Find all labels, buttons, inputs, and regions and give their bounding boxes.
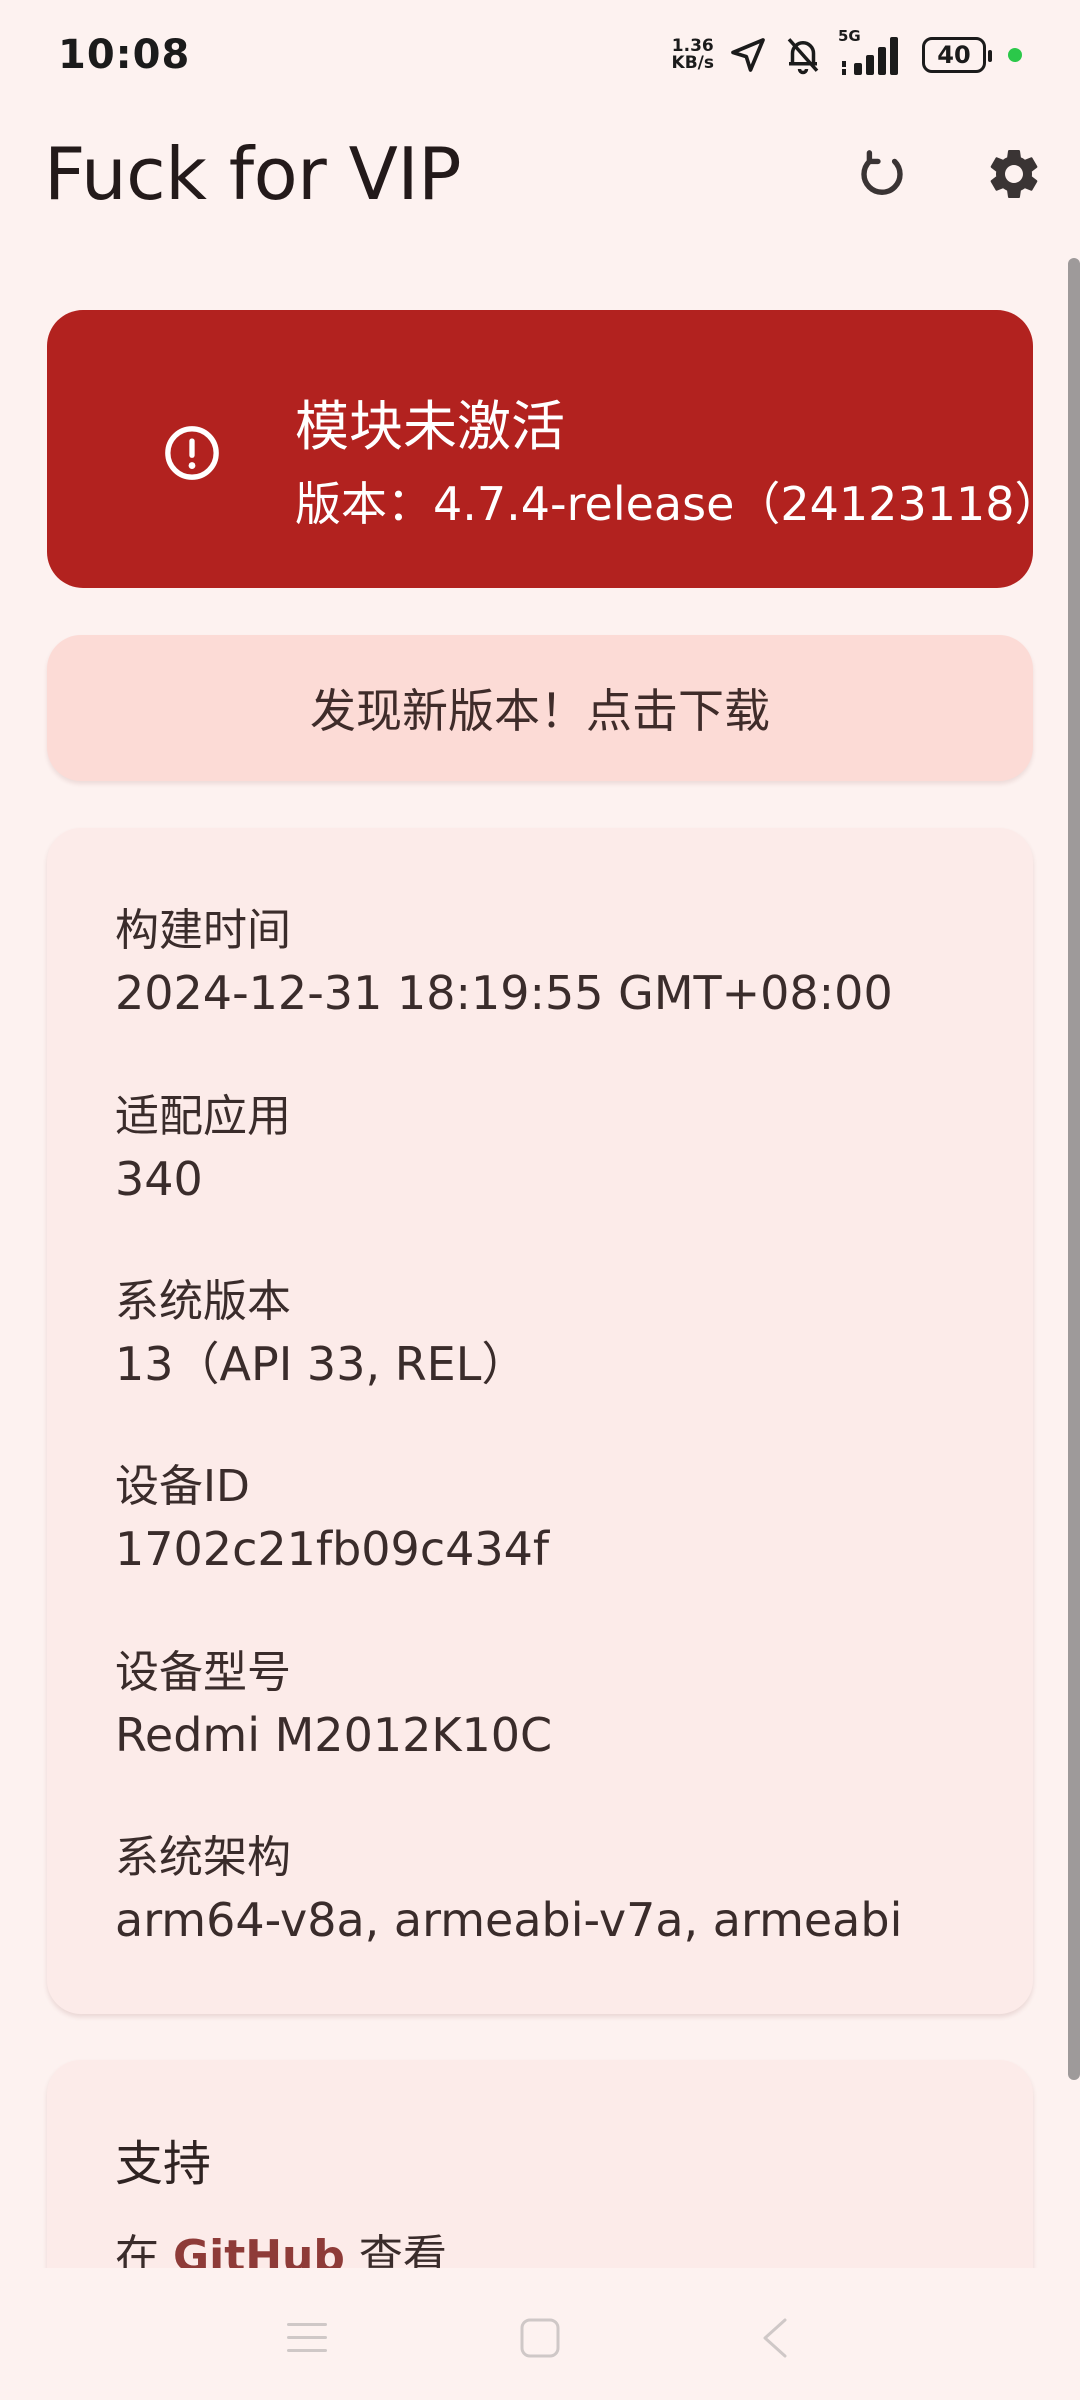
info-label: 设备型号 xyxy=(115,1647,291,1698)
home-button[interactable] xyxy=(510,2308,570,2368)
status-time: 10:08 xyxy=(58,32,191,78)
module-status-card[interactable]: 模块未激活 版本：4.7.4-release（24123118） xyxy=(47,310,1061,588)
info-value: Redmi M2012K10C xyxy=(115,1708,553,1762)
menu-icon xyxy=(285,2318,329,2358)
module-version: 版本：4.7.4-release（24123118） xyxy=(295,477,1061,531)
info-device-id: 设备ID 1702c21fb09c434f xyxy=(115,1456,549,1580)
alert-circle-icon xyxy=(163,424,221,482)
info-value: 1702c21fb09c434f xyxy=(115,1522,550,1576)
info-label: 适配应用 xyxy=(115,1091,291,1142)
app-title: Fuck for VIP xyxy=(44,132,462,216)
scrollbar[interactable] xyxy=(1068,258,1080,2080)
info-label: 构建时间 xyxy=(115,905,291,956)
module-status-title: 模块未激活 xyxy=(295,395,565,458)
battery-level: 40 xyxy=(937,41,971,69)
refresh-icon xyxy=(855,147,909,201)
back-icon xyxy=(757,2314,793,2362)
info-system-version: 系统版本 13（API 33, REL） xyxy=(115,1271,527,1395)
bell-muted-icon xyxy=(782,34,824,76)
signal-icon: 5G xyxy=(838,27,908,77)
home-icon xyxy=(518,2316,562,2360)
info-adapted-apps: 适配应用 340 xyxy=(115,1086,291,1210)
info-value: 340 xyxy=(115,1152,203,1206)
app-screen: 10:08 1.36 KB/s 5G 40 Fuck for VIP 模块未激活… xyxy=(0,0,1080,2400)
support-title: 支持 xyxy=(115,2136,212,2192)
info-value: 2024-12-31 18:19:55 GMT+08:00 xyxy=(115,966,893,1020)
privacy-indicator xyxy=(1008,48,1022,62)
info-device-model: 设备型号 Redmi M2012K10C xyxy=(115,1642,552,1766)
system-nav-bar xyxy=(0,2268,1080,2400)
back-button[interactable] xyxy=(745,2308,805,2368)
info-system-arch: 系统架构 arm64-v8a, armeabi-v7a, armeabi xyxy=(115,1827,902,1951)
settings-icon xyxy=(984,144,1044,204)
network-speed: 1.36 KB/s xyxy=(672,38,714,72)
refresh-button[interactable] xyxy=(846,138,918,210)
settings-button[interactable] xyxy=(978,138,1050,210)
info-label: 系统架构 xyxy=(115,1832,291,1883)
info-label: 系统版本 xyxy=(115,1276,291,1327)
info-label: 设备ID xyxy=(115,1461,250,1512)
location-icon xyxy=(728,35,768,75)
recents-button[interactable] xyxy=(277,2308,337,2368)
app-bar: Fuck for VIP xyxy=(0,110,1080,240)
signal-type: 5G xyxy=(838,27,861,45)
update-download-button[interactable]: 发现新版本！点击下载 xyxy=(47,635,1033,781)
net-speed-unit: KB/s xyxy=(671,53,714,73)
info-value: 13（API 33, REL） xyxy=(115,1337,528,1391)
battery-icon: 40 xyxy=(922,37,992,73)
device-info-card: 构建时间 2024-12-31 18:19:55 GMT+08:00 适配应用 … xyxy=(47,828,1033,2014)
status-bar: 10:08 1.36 KB/s 5G 40 xyxy=(0,0,1080,110)
status-icons: 1.36 KB/s 5G 40 xyxy=(672,27,1022,77)
info-build-time: 构建时间 2024-12-31 18:19:55 GMT+08:00 xyxy=(115,900,893,1024)
info-value: arm64-v8a, armeabi-v7a, armeabi xyxy=(115,1893,903,1947)
